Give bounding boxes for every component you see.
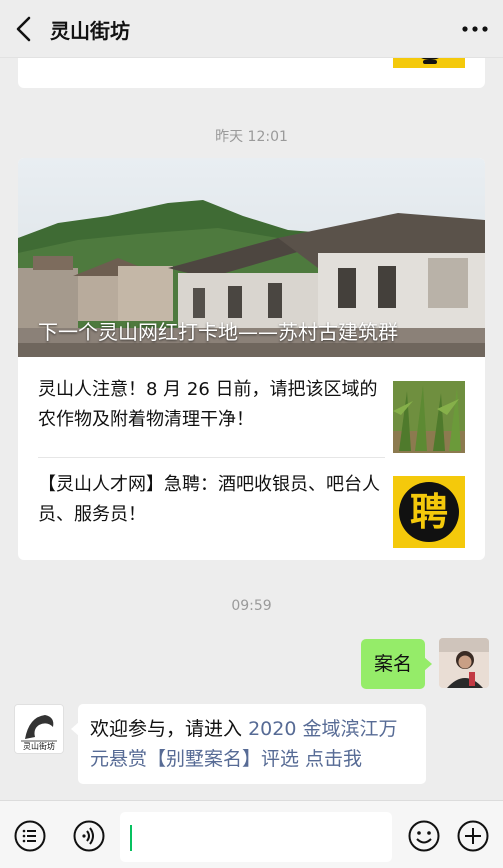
menu-list-icon[interactable] (14, 820, 46, 852)
lingshan-avatar[interactable]: 灵山街坊 (14, 704, 64, 754)
timestamp: 昨天 12:01 (215, 129, 288, 145)
plus-icon[interactable] (457, 820, 489, 852)
incoming-message-bubble[interactable]: 欢迎参与，请进入 2020 金域滨江万元悬赏【别墅案名】评选 点击我 (71, 704, 426, 784)
emoji-icon[interactable] (408, 820, 440, 852)
news-item-title: 【灵山人才网】急聘：酒吧收银员、吧台人员、服务员！ (38, 474, 380, 525)
hero-title: 下一个灵山网红打卡地——苏村古建筑群 (38, 320, 398, 344)
timestamp: 09:59 (231, 598, 272, 614)
more-dots-icon[interactable] (459, 16, 491, 42)
news-item-1[interactable]: 灵山人注意！8 月 26 日前，请把该区域的农作物及附着物清理干净！ (18, 363, 485, 463)
chat-header: 灵山街坊 (0, 0, 503, 58)
input-bar (0, 800, 503, 868)
pin-recruit-thumb (393, 58, 465, 68)
news-item-2[interactable]: 【灵山人才网】急聘：酒吧收银员、吧台人员、服务员！ 聘 (18, 458, 485, 558)
chevron-left-icon[interactable] (12, 14, 36, 44)
news-card[interactable]: 下一个灵山网红打卡地——苏村古建筑群 灵山人注意！8 月 26 日前，请把该区域… (18, 158, 485, 560)
message-feed[interactable]: 昨天 12:01 下一个灵山网红打卡地——苏村古建筑群 灵山人注意！8 月 26… (0, 58, 503, 800)
text-caret (130, 825, 132, 851)
message-prefix: 欢迎参与，请进入 (90, 718, 243, 740)
crop-field-photo (393, 381, 465, 453)
pin-recruit-icon: 聘 (393, 476, 465, 548)
news-item-title: 灵山人注意！8 月 26 日前，请把该区域的农作物及附着物清理干净！ (38, 379, 378, 430)
chat-title: 灵山街坊 (50, 19, 130, 43)
voice-icon[interactable] (73, 820, 105, 852)
pin-recruit-char: 聘 (399, 482, 459, 542)
message-input[interactable] (120, 812, 392, 862)
my-avatar[interactable] (439, 638, 489, 688)
hero-article[interactable]: 下一个灵山网红打卡地——苏村古建筑群 (18, 158, 485, 357)
lingshan-avatar-text: 灵山街坊 (23, 741, 55, 751)
previous-article-card[interactable] (18, 58, 485, 88)
my-message-bubble[interactable]: 案名 (360, 639, 433, 689)
